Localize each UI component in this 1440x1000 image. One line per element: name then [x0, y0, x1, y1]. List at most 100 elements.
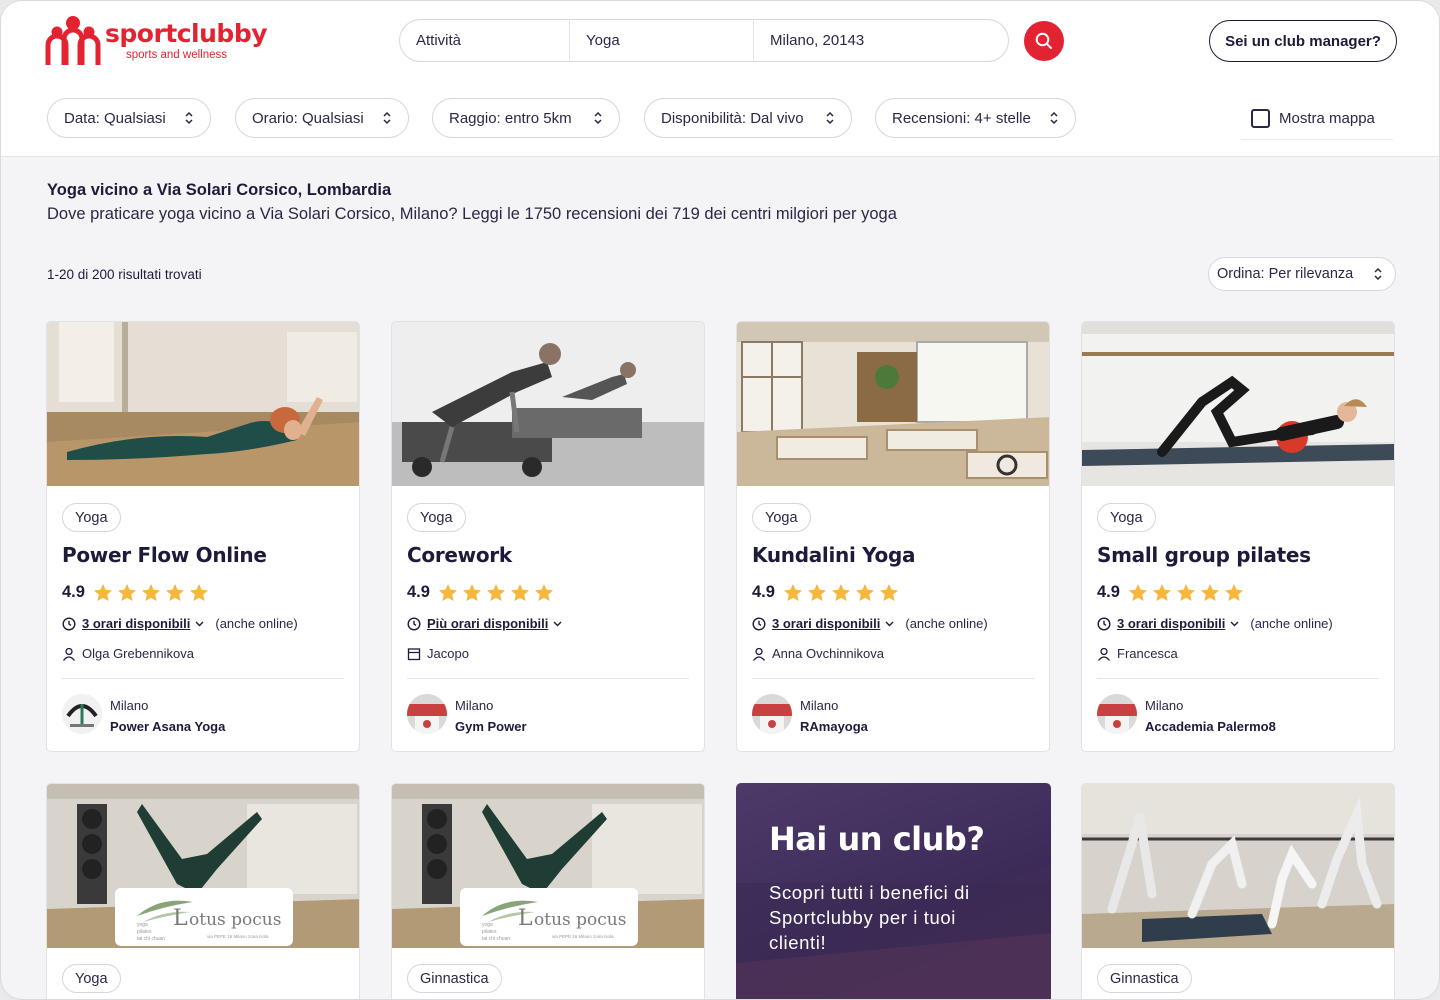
activity-photo: [47, 322, 359, 486]
chevron-down-icon[interactable]: [553, 621, 562, 627]
activity-title[interactable]: Power Flow Online: [62, 543, 267, 567]
club-avatar[interactable]: [62, 694, 102, 734]
rating-stars: [783, 583, 903, 602]
category-tag: Yoga: [1097, 503, 1156, 532]
activity-photo: L otus pocus yoga pilates tai chi chuan …: [392, 784, 704, 948]
sort-label: Ordina: Per rilevanza: [1217, 266, 1354, 282]
online-note: (anche online): [905, 616, 988, 631]
activity-card[interactable]: Yoga Power Flow Online 4.9 3 orari dispo…: [46, 321, 360, 752]
logo-sub1: yoga: [482, 922, 493, 928]
clock-icon: [752, 616, 766, 631]
schedule-dropdown-link[interactable]: Più orari disponibili: [427, 616, 548, 631]
filter-radius[interactable]: Raggio: entro 5km: [432, 98, 620, 138]
rating-value: 4.9: [407, 583, 430, 601]
star-icon: [117, 584, 136, 601]
star-icon: [831, 584, 850, 601]
star-icon: [189, 584, 208, 601]
logo-sub2: pilates: [137, 929, 152, 935]
star-icon: [93, 584, 112, 601]
activity-card[interactable]: Yoga Kundalini Yoga 4.9 3 orari disponib…: [736, 321, 1050, 752]
club-name[interactable]: Power Asana Yoga: [110, 719, 225, 734]
filter-availability-label: Disponibilità: Dal vivo: [661, 109, 804, 127]
star-icon: [1224, 584, 1243, 601]
search-location-field[interactable]: Milano, 20143: [753, 20, 1008, 61]
online-note: (anche online): [215, 616, 298, 631]
rating: 4.9: [1097, 583, 1248, 602]
schedule-dropdown-link[interactable]: 3 orari disponibili: [82, 616, 190, 631]
star-icon: [534, 584, 553, 601]
category-tag: Yoga: [407, 503, 466, 532]
club-city: Milano: [455, 698, 494, 713]
filter-date[interactable]: Data: Qualsiasi: [47, 98, 211, 138]
card-divider: [62, 678, 344, 679]
search-sport-field[interactable]: Yoga: [569, 20, 753, 61]
logo-address: via PEPE 16 Milano zona Isola: [207, 934, 269, 939]
logo-initial: L: [518, 906, 533, 931]
rating-stars: [1128, 583, 1248, 602]
instructor-name: Olga Grebennikova: [82, 646, 195, 661]
page-frame: sportclubby sports and wellness Attività…: [0, 0, 1440, 1000]
chevron-down-icon[interactable]: [195, 621, 204, 627]
rating: 4.9: [752, 583, 903, 602]
show-map-checkbox[interactable]: [1251, 109, 1270, 128]
rating-stars: [438, 583, 558, 602]
rating-stars: [93, 583, 213, 602]
top-header: sportclubby sports and wellness Attività…: [1, 1, 1439, 157]
club-avatar[interactable]: [1097, 694, 1137, 734]
star-icon: [1128, 584, 1147, 601]
star-icon: [807, 584, 826, 601]
activity-title[interactable]: Kundalini Yoga: [752, 543, 916, 567]
club-city: Milano: [110, 698, 149, 713]
activity-photo: [1082, 784, 1394, 948]
promo-title: Hai un club?: [769, 820, 985, 858]
activity-title[interactable]: Small group pilates: [1097, 543, 1311, 567]
schedule-row: 3 orari disponibili (anche online): [62, 616, 298, 631]
club-promo-card[interactable]: Hai un club? Scopri tutti i benefici di …: [736, 783, 1051, 999]
club-manager-button[interactable]: Sei un club manager?: [1209, 20, 1397, 62]
chevron-updown-icon: [1374, 267, 1382, 281]
search-button[interactable]: [1024, 21, 1064, 61]
filter-availability[interactable]: Disponibilità: Dal vivo: [644, 98, 852, 138]
filter-reviews-label: Recensioni: 4+ stelle: [892, 109, 1031, 127]
show-map-toggle[interactable]: Mostra mappa: [1241, 98, 1393, 140]
star-icon: [783, 584, 802, 601]
schedule-dropdown-link[interactable]: 3 orari disponibili: [772, 616, 880, 631]
category-tag: Ginnastica: [1097, 964, 1192, 993]
schedule-dropdown-link[interactable]: 3 orari disponibili: [1117, 616, 1225, 631]
chevron-updown-icon: [826, 111, 834, 125]
activity-card[interactable]: L otus pocus yoga pilates tai chi chuan …: [391, 783, 705, 999]
club-avatar[interactable]: [752, 694, 792, 734]
sort-dropdown[interactable]: Ordina: Per rilevanza: [1208, 257, 1396, 291]
activity-card[interactable]: L otus pocus yoga pilates tai chi chuan …: [46, 783, 360, 999]
search-bar: Attività Yoga Milano, 20143: [399, 19, 1009, 62]
clock-icon: [407, 616, 421, 631]
show-map-label: Mostra mappa: [1279, 110, 1375, 127]
category-tag: Yoga: [62, 503, 121, 532]
logo-wordmark: otus pocus: [534, 910, 627, 930]
filter-reviews[interactable]: Recensioni: 4+ stelle: [875, 98, 1076, 138]
club-name[interactable]: RAmayoga: [800, 719, 868, 734]
instructor-name: Francesca: [1117, 646, 1178, 661]
category-tag: Yoga: [752, 503, 811, 532]
card-divider: [1097, 678, 1379, 679]
activity-title[interactable]: Corework: [407, 543, 512, 567]
sportclubby-logo[interactable]: sportclubby sports and wellness: [45, 15, 275, 67]
chevron-updown-icon: [1050, 111, 1058, 125]
card-divider: [407, 678, 689, 679]
filter-time[interactable]: Orario: Qualsiasi: [235, 98, 409, 138]
club-avatar[interactable]: [407, 694, 447, 734]
chevron-updown-icon: [594, 111, 602, 125]
activity-card[interactable]: Yoga Corework 4.9 Più orari disponibili …: [391, 321, 705, 752]
chevron-down-icon[interactable]: [1230, 621, 1239, 627]
club-name[interactable]: Accademia Palermo8: [1145, 719, 1276, 734]
star-icon: [1200, 584, 1219, 601]
star-icon: [462, 584, 481, 601]
search-activity-field[interactable]: Attività: [400, 20, 569, 61]
activity-card[interactable]: Yoga Small group pilates 4.9 3 orari dis…: [1081, 321, 1395, 752]
club-name[interactable]: Gym Power: [455, 719, 527, 734]
star-icon: [141, 584, 160, 601]
activity-card[interactable]: Ginnastica: [1081, 783, 1395, 999]
chevron-down-icon[interactable]: [885, 621, 894, 627]
activity-photo: [392, 322, 704, 486]
schedule-row: Più orari disponibili: [407, 616, 562, 631]
